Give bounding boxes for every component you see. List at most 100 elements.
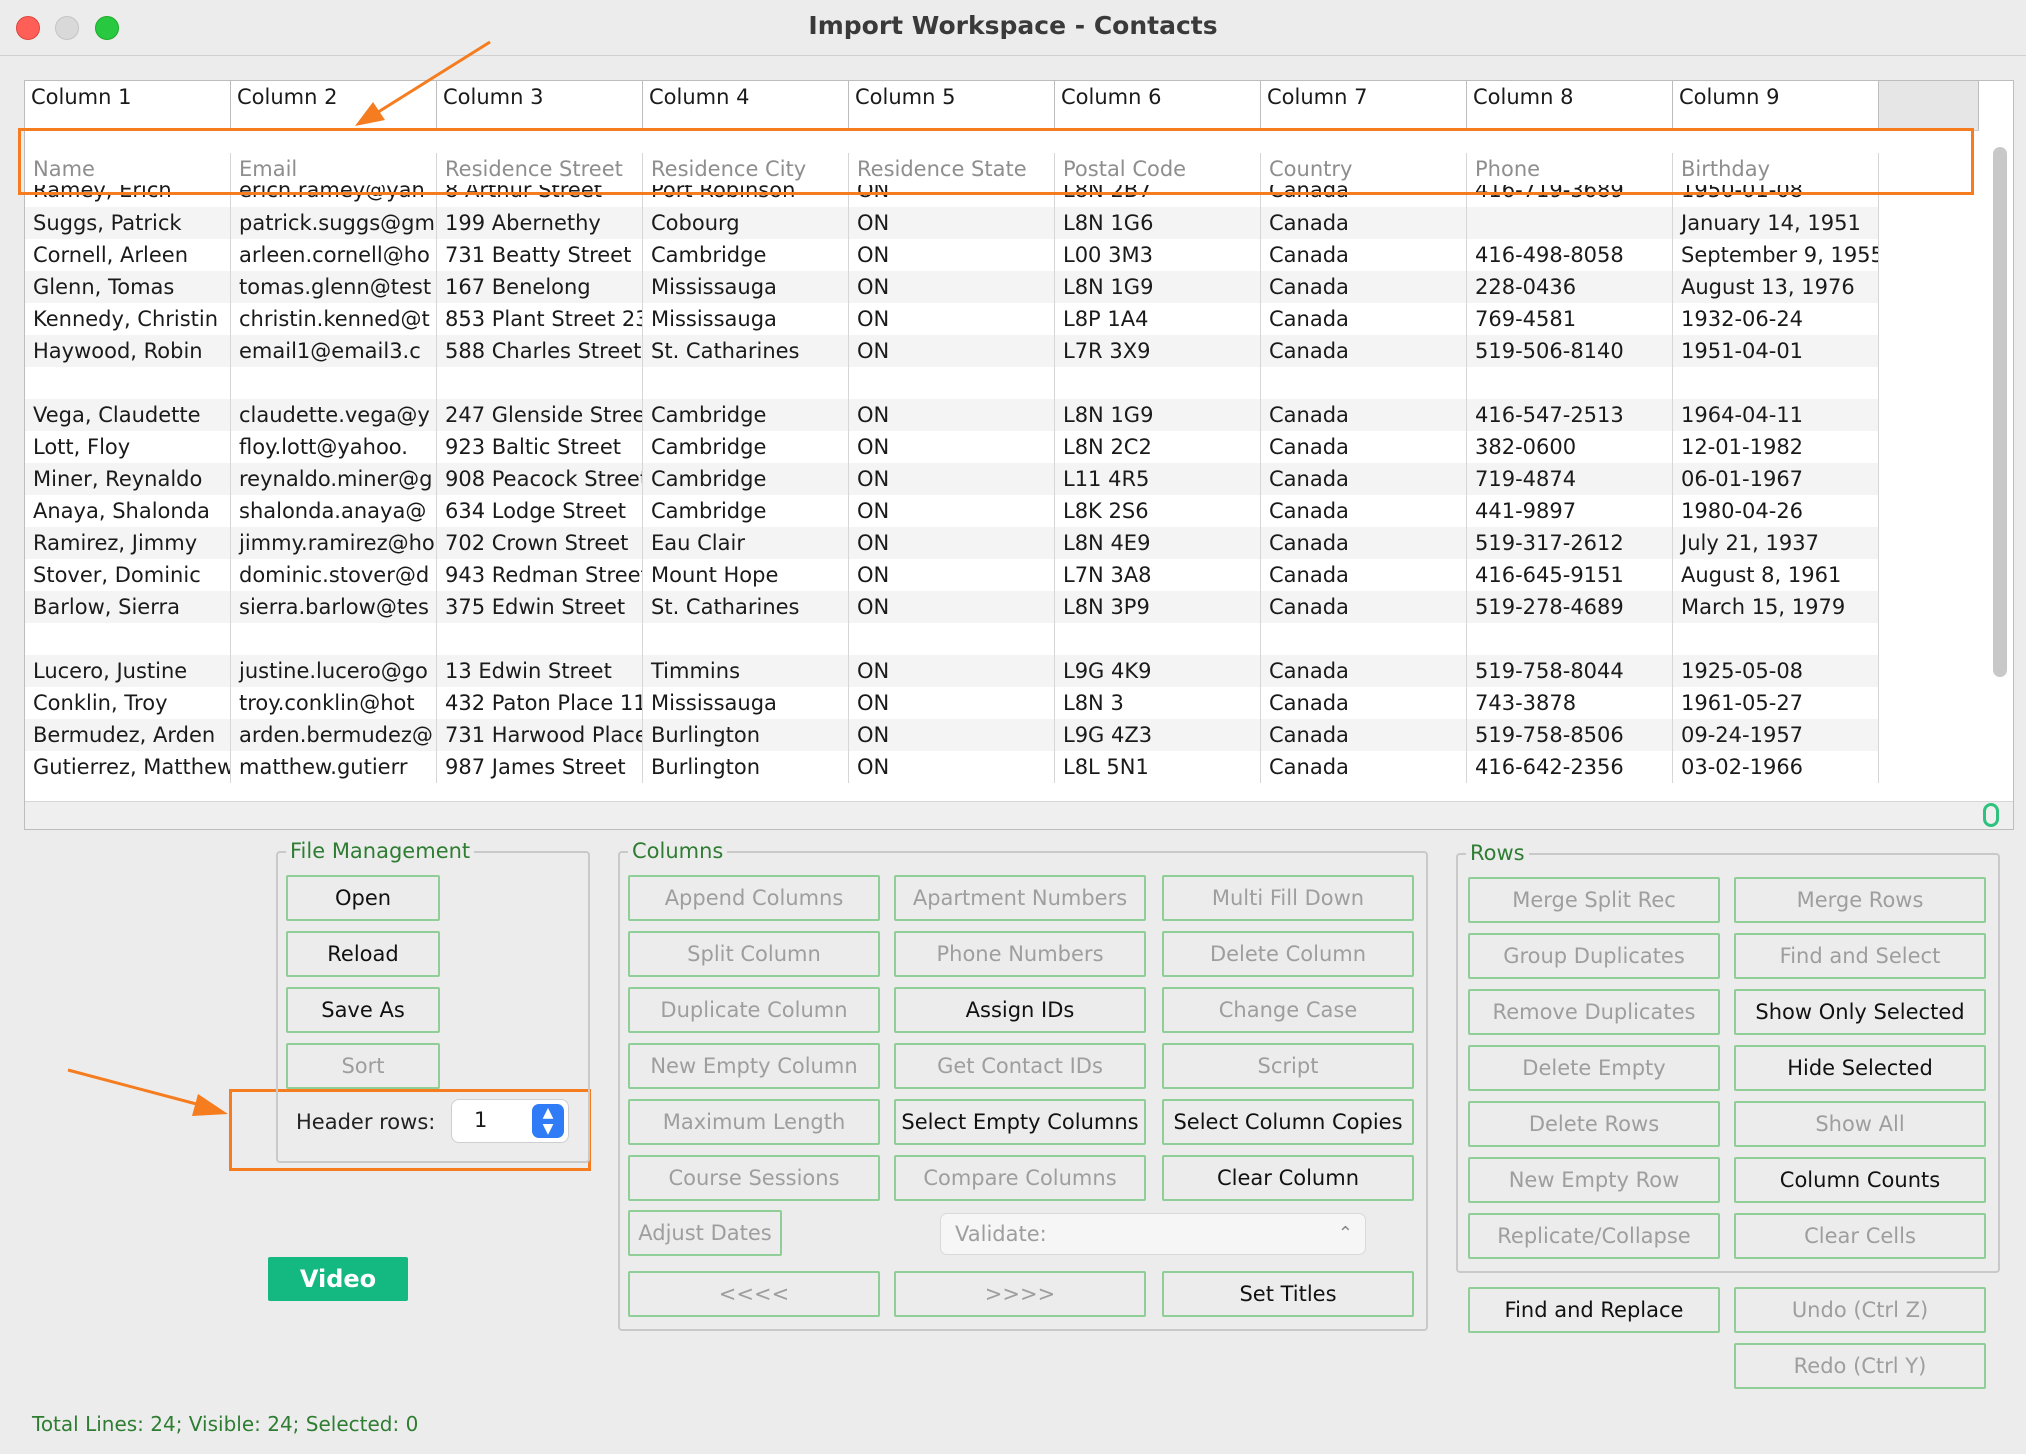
delete-empty-button[interactable]: Delete Empty <box>1468 1045 1720 1091</box>
table-cell[interactable]: 769-4581 <box>1467 303 1673 335</box>
table-cell[interactable]: 13 Edwin Street <box>437 655 643 687</box>
table-cell[interactable]: Cambridge <box>643 431 849 463</box>
delete-column-button[interactable]: Delete Column <box>1162 931 1414 977</box>
hide-selected-button[interactable]: Hide Selected <box>1734 1045 1986 1091</box>
table-cell[interactable]: August 13, 1976 <box>1673 271 1879 303</box>
table-cell[interactable]: Cambridge <box>643 239 849 271</box>
previous-button[interactable]: <<<< <box>628 1271 880 1317</box>
table-cell[interactable] <box>849 623 1055 655</box>
table-cell[interactable]: 987 James Street <box>437 751 643 783</box>
table-cell[interactable]: 1964-04-11 <box>1673 399 1879 431</box>
table-cell[interactable]: 247 Glenside Street <box>437 399 643 431</box>
header-rows-stepper[interactable]: 1 ▲ ▼ <box>451 1099 569 1143</box>
adjust-dates-button[interactable]: Adjust Dates <box>628 1210 782 1256</box>
column-header[interactable]: Column 4 <box>643 81 849 131</box>
table-cell[interactable]: 375 Edwin Street <box>437 591 643 623</box>
group-duplicates-button[interactable]: Group Duplicates <box>1468 933 1720 979</box>
reload-button[interactable]: Reload <box>286 931 440 977</box>
table-cell[interactable]: christin.kenned@t <box>231 303 437 335</box>
table-cell[interactable]: Canada <box>1261 591 1467 623</box>
table-cell[interactable]: ON <box>849 431 1055 463</box>
table-cell[interactable]: L8N 3 <box>1055 687 1261 719</box>
table-cell[interactable] <box>437 623 643 655</box>
maximum-length-button[interactable]: Maximum Length <box>628 1099 880 1145</box>
table-cell[interactable]: Mississauga <box>643 687 849 719</box>
table-cell[interactable]: Canada <box>1261 751 1467 783</box>
table-cell[interactable]: L8N 2C2 <box>1055 431 1261 463</box>
table-cell[interactable]: 731 Beatty Street <box>437 239 643 271</box>
table-cell[interactable]: Burlington <box>643 751 849 783</box>
table-cell[interactable]: jimmy.ramirez@ho <box>231 527 437 559</box>
stepper-arrows-icon[interactable]: ▲ ▼ <box>532 1104 564 1138</box>
table-cell[interactable]: 719-4874 <box>1467 463 1673 495</box>
table-cell[interactable]: Cornell, Arleen <box>25 239 231 271</box>
next-button[interactable]: >>>> <box>894 1271 1146 1317</box>
table-cell[interactable]: Cambridge <box>643 399 849 431</box>
table-cell[interactable]: Cobourg <box>643 207 849 239</box>
table-cell[interactable]: Canada <box>1261 239 1467 271</box>
table-cell[interactable]: L7R 3X9 <box>1055 335 1261 367</box>
table-cell[interactable]: 908 Peacock Street <box>437 463 643 495</box>
table-cell[interactable]: 09-24-1957 <box>1673 719 1879 751</box>
merge-rows-button[interactable]: Merge Rows <box>1734 877 1986 923</box>
table-cell[interactable]: email1@email3.c <box>231 335 437 367</box>
table-cell[interactable]: ON <box>849 719 1055 751</box>
table-cell[interactable]: ON <box>849 559 1055 591</box>
table-cell[interactable]: Mississauga <box>643 303 849 335</box>
remove-duplicates-button[interactable]: Remove Duplicates <box>1468 989 1720 1035</box>
table-cell[interactable] <box>231 623 437 655</box>
table-cell[interactable]: L8N 3P9 <box>1055 591 1261 623</box>
table-cell[interactable]: Canada <box>1261 687 1467 719</box>
table-cell[interactable]: 12-01-1982 <box>1673 431 1879 463</box>
table-row[interactable]: Vega, Claudette claudette.vega@y 247 Glens… <box>25 399 1879 431</box>
column-header[interactable]: Column 1 <box>25 81 231 131</box>
assign-ids-button[interactable]: Assign IDs <box>894 987 1146 1033</box>
table-cell[interactable]: 432 Paton Place 11 <box>437 687 643 719</box>
table-row[interactable]: Lucero, Justine justine.lucero@go 13 Edwin… <box>25 655 1879 687</box>
table-cell[interactable]: Mount Hope <box>643 559 849 591</box>
clear-column-button[interactable]: Clear Column <box>1162 1155 1414 1201</box>
table-cell[interactable]: L8P 1A4 <box>1055 303 1261 335</box>
table-cell[interactable]: ON <box>849 207 1055 239</box>
table-cell[interactable] <box>231 367 437 399</box>
sort-button[interactable]: Sort <box>286 1043 440 1089</box>
table-cell[interactable]: claudette.vega@y <box>231 399 437 431</box>
table-cell[interactable]: 416-547-2513 <box>1467 399 1673 431</box>
table-cell[interactable]: St. Catharines <box>643 335 849 367</box>
table-cell[interactable] <box>25 367 231 399</box>
table-cell[interactable]: ON <box>849 687 1055 719</box>
table-row[interactable]: Kennedy, Christin christin.kenned@t 853 Pl… <box>25 303 1879 335</box>
merge-split-rec-button[interactable]: Merge Split Rec <box>1468 877 1720 923</box>
table-cell[interactable]: Canada <box>1261 495 1467 527</box>
table-cell[interactable]: ON <box>849 527 1055 559</box>
column-header[interactable]: Column 5 <box>849 81 1055 131</box>
validate-select[interactable]: Validate: ⌃ <box>940 1213 1366 1255</box>
table-cell[interactable]: Burlington <box>643 719 849 751</box>
table-cell[interactable]: ON <box>849 751 1055 783</box>
table-row[interactable]: Barlow, Sierra sierra.barlow@tes 375 Edwin… <box>25 591 1879 623</box>
table-cell[interactable] <box>1673 623 1879 655</box>
table-cell[interactable] <box>1673 367 1879 399</box>
table-cell[interactable]: Lucero, Justine <box>25 655 231 687</box>
table-cell[interactable]: reynaldo.miner@g <box>231 463 437 495</box>
table-cell[interactable]: July 21, 1937 <box>1673 527 1879 559</box>
table-cell[interactable]: 03-02-1966 <box>1673 751 1879 783</box>
table-cell[interactable] <box>1261 367 1467 399</box>
table-cell[interactable]: 1961-05-27 <box>1673 687 1879 719</box>
table-cell[interactable]: troy.conklin@hot <box>231 687 437 719</box>
table-cell[interactable]: Canada <box>1261 463 1467 495</box>
table-cell[interactable]: 06-01-1967 <box>1673 463 1879 495</box>
table-cell[interactable]: 416-498-8058 <box>1467 239 1673 271</box>
find-and-replace-button[interactable]: Find and Replace <box>1468 1287 1720 1333</box>
video-button[interactable]: Video <box>268 1257 408 1301</box>
duplicate-column-button[interactable]: Duplicate Column <box>628 987 880 1033</box>
apartment-numbers-button[interactable]: Apartment Numbers <box>894 875 1146 921</box>
table-cell[interactable]: ON <box>849 335 1055 367</box>
table-cell[interactable]: Kennedy, Christin <box>25 303 231 335</box>
table-cell[interactable]: Haywood, Robin <box>25 335 231 367</box>
table-cell[interactable] <box>1467 207 1673 239</box>
table-cell[interactable]: L8N 1G6 <box>1055 207 1261 239</box>
table-cell[interactable]: 1980-04-26 <box>1673 495 1879 527</box>
table-cell[interactable]: Anaya, Shalonda <box>25 495 231 527</box>
table-cell[interactable]: Bermudez, Arden <box>25 719 231 751</box>
